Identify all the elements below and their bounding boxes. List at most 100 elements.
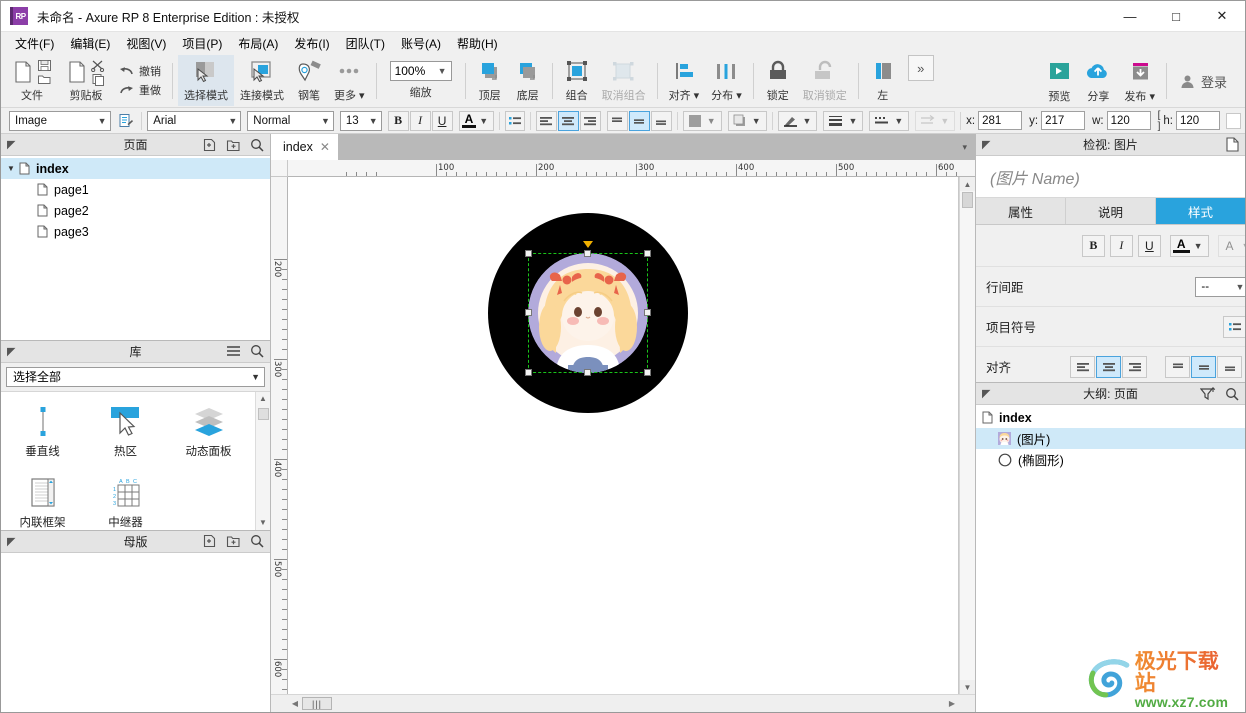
- canvas-vertical-scrollbar[interactable]: ▲ ▼: [959, 177, 975, 694]
- ungroup-button[interactable]: 取消组合: [596, 55, 652, 106]
- library-item-hotspot[interactable]: 热区: [84, 398, 167, 469]
- line-color-picker[interactable]: ▼: [777, 110, 818, 131]
- line-arrow-picker[interactable]: ▼: [915, 110, 956, 131]
- select-mode-button[interactable]: 选择模式: [178, 55, 234, 106]
- masters-tree[interactable]: [1, 552, 270, 712]
- resize-handle-se[interactable]: [644, 369, 651, 376]
- library-scrollbar[interactable]: ▲ ▼: [255, 391, 270, 530]
- inspector-align-center-button[interactable]: [1096, 355, 1121, 378]
- line-style-picker[interactable]: ▼: [869, 110, 910, 131]
- file-group[interactable]: 文件: [5, 55, 59, 107]
- vertical-ruler[interactable]: 200 300 400 500 600: [271, 177, 288, 694]
- clipboard-group[interactable]: 剪贴板: [59, 55, 113, 107]
- collapse-icon[interactable]: ◤: [7, 138, 15, 151]
- undo-button[interactable]: 撤销: [119, 63, 161, 79]
- pen-button[interactable]: 钢笔: [290, 55, 328, 106]
- scroll-down-icon[interactable]: ▼: [960, 680, 975, 694]
- widget-type-select[interactable]: Image ▼: [9, 110, 111, 131]
- login-button[interactable]: 登录: [1172, 72, 1241, 91]
- collapse-icon[interactable]: ◤: [7, 345, 15, 358]
- menu-layout[interactable]: 布局(A): [230, 32, 286, 55]
- menu-edit[interactable]: 编辑(E): [62, 32, 118, 55]
- tab-dropdown-icon[interactable]: ▾: [954, 142, 975, 153]
- widget-name-field[interactable]: (图片 Name): [976, 156, 1245, 198]
- page-tree-item-index[interactable]: ▼ index: [1, 158, 270, 179]
- page-tree-item-page2[interactable]: page2: [1, 200, 270, 221]
- library-selector[interactable]: 选择全部 ▼: [6, 366, 265, 387]
- line-width-picker[interactable]: ▼: [823, 110, 864, 131]
- canvas-horizontal-scrollbar[interactable]: ◀ ||| ▶: [271, 694, 975, 712]
- share-button[interactable]: 分享: [1078, 56, 1118, 107]
- scroll-down-icon[interactable]: ▼: [256, 516, 270, 530]
- close-button[interactable]: ✕: [1199, 1, 1245, 32]
- send-to-back-button[interactable]: 底层: [509, 55, 547, 106]
- scroll-left-icon[interactable]: ◀: [288, 695, 302, 712]
- toolbar-overflow-button[interactable]: »: [907, 55, 934, 81]
- zoom-combo[interactable]: 100% ▼: [389, 61, 452, 81]
- align-left-button[interactable]: 左: [864, 55, 902, 106]
- minimize-button[interactable]: —: [1107, 1, 1153, 32]
- valign-middle-button[interactable]: [628, 110, 650, 131]
- h-input[interactable]: [1175, 111, 1220, 130]
- font-weight-select[interactable]: Normal ▼: [247, 110, 334, 131]
- inspector-italic-button[interactable]: I: [1109, 234, 1133, 257]
- inspector-valign-middle-button[interactable]: [1191, 355, 1216, 378]
- inspector-align-left-button[interactable]: [1070, 355, 1095, 378]
- maximize-button[interactable]: □: [1153, 1, 1199, 32]
- scroll-up-icon[interactable]: ▲: [960, 177, 975, 191]
- y-input[interactable]: [1041, 111, 1086, 130]
- close-icon[interactable]: ✕: [320, 140, 330, 154]
- tab-index[interactable]: index ✕: [271, 134, 338, 160]
- design-canvas[interactable]: [288, 177, 959, 694]
- redo-button[interactable]: 重做: [119, 82, 161, 98]
- add-page-icon[interactable]: [203, 138, 217, 152]
- ruler-corner[interactable]: [271, 160, 288, 177]
- search-icon[interactable]: [250, 534, 264, 548]
- preview-button[interactable]: 预览: [1040, 56, 1078, 107]
- resize-handle-n[interactable]: [584, 250, 591, 257]
- outline-row-index[interactable]: index: [976, 407, 1245, 428]
- menu-team[interactable]: 团队(T): [338, 32, 393, 55]
- library-item-inline-frame[interactable]: 内联框架: [1, 469, 84, 530]
- scroll-thumb[interactable]: [962, 192, 973, 208]
- publish-button[interactable]: 发布 ▾: [1118, 56, 1161, 107]
- filter-icon[interactable]: [1200, 386, 1216, 401]
- menu-help[interactable]: 帮助(H): [449, 32, 506, 55]
- line-spacing-select[interactable]: -- ▼: [1195, 276, 1245, 297]
- align-button[interactable]: 对齐 ▾: [663, 55, 706, 106]
- lock-button[interactable]: 锁定: [759, 55, 797, 106]
- align-center-button[interactable]: [557, 110, 579, 131]
- inspector-bullet-button[interactable]: [1223, 315, 1245, 338]
- search-icon[interactable]: [250, 344, 264, 358]
- menu-account[interactable]: 账号(A): [393, 32, 449, 55]
- search-icon[interactable]: [250, 138, 264, 152]
- horizontal-ruler[interactable]: 100200300400500600700: [288, 160, 959, 177]
- align-left-button[interactable]: [535, 110, 557, 131]
- menu-publish[interactable]: 发布(I): [286, 32, 337, 55]
- lock-ratio-icon[interactable]: [ ]: [1158, 110, 1161, 132]
- bring-to-front-button[interactable]: 顶层: [471, 55, 509, 106]
- resize-handle-e[interactable]: [644, 309, 651, 316]
- library-item-repeater[interactable]: A B C 1 2 3 中继器: [84, 469, 167, 530]
- add-folder-icon[interactable]: [226, 534, 241, 548]
- menu-view[interactable]: 视图(V): [118, 32, 174, 55]
- edit-style-icon[interactable]: [117, 111, 137, 131]
- menu-file[interactable]: 文件(F): [7, 32, 62, 55]
- page-icon[interactable]: [1226, 137, 1239, 152]
- font-family-select[interactable]: Arial ▼: [147, 110, 242, 131]
- rotation-handle[interactable]: [583, 241, 593, 248]
- collapse-icon[interactable]: ◤: [982, 387, 990, 400]
- library-item-vertical-line[interactable]: 垂直线: [1, 398, 84, 469]
- add-folder-icon[interactable]: [226, 138, 241, 152]
- inspector-underline-button[interactable]: U: [1137, 234, 1161, 257]
- valign-bottom-button[interactable]: [650, 110, 672, 131]
- connect-mode-button[interactable]: 连接模式: [234, 55, 290, 106]
- page-tree-item-page1[interactable]: page1: [1, 179, 270, 200]
- italic-button[interactable]: I: [409, 110, 431, 131]
- font-color-picker[interactable]: A ▼: [458, 110, 495, 131]
- shadow-picker[interactable]: ▼: [727, 110, 767, 131]
- inspector-font-color-picker[interactable]: A ▼: [1169, 234, 1210, 257]
- group-button[interactable]: 组合: [558, 55, 596, 106]
- tab-notes[interactable]: 说明: [1066, 198, 1156, 224]
- expand-triangle-icon[interactable]: ▼: [7, 164, 19, 173]
